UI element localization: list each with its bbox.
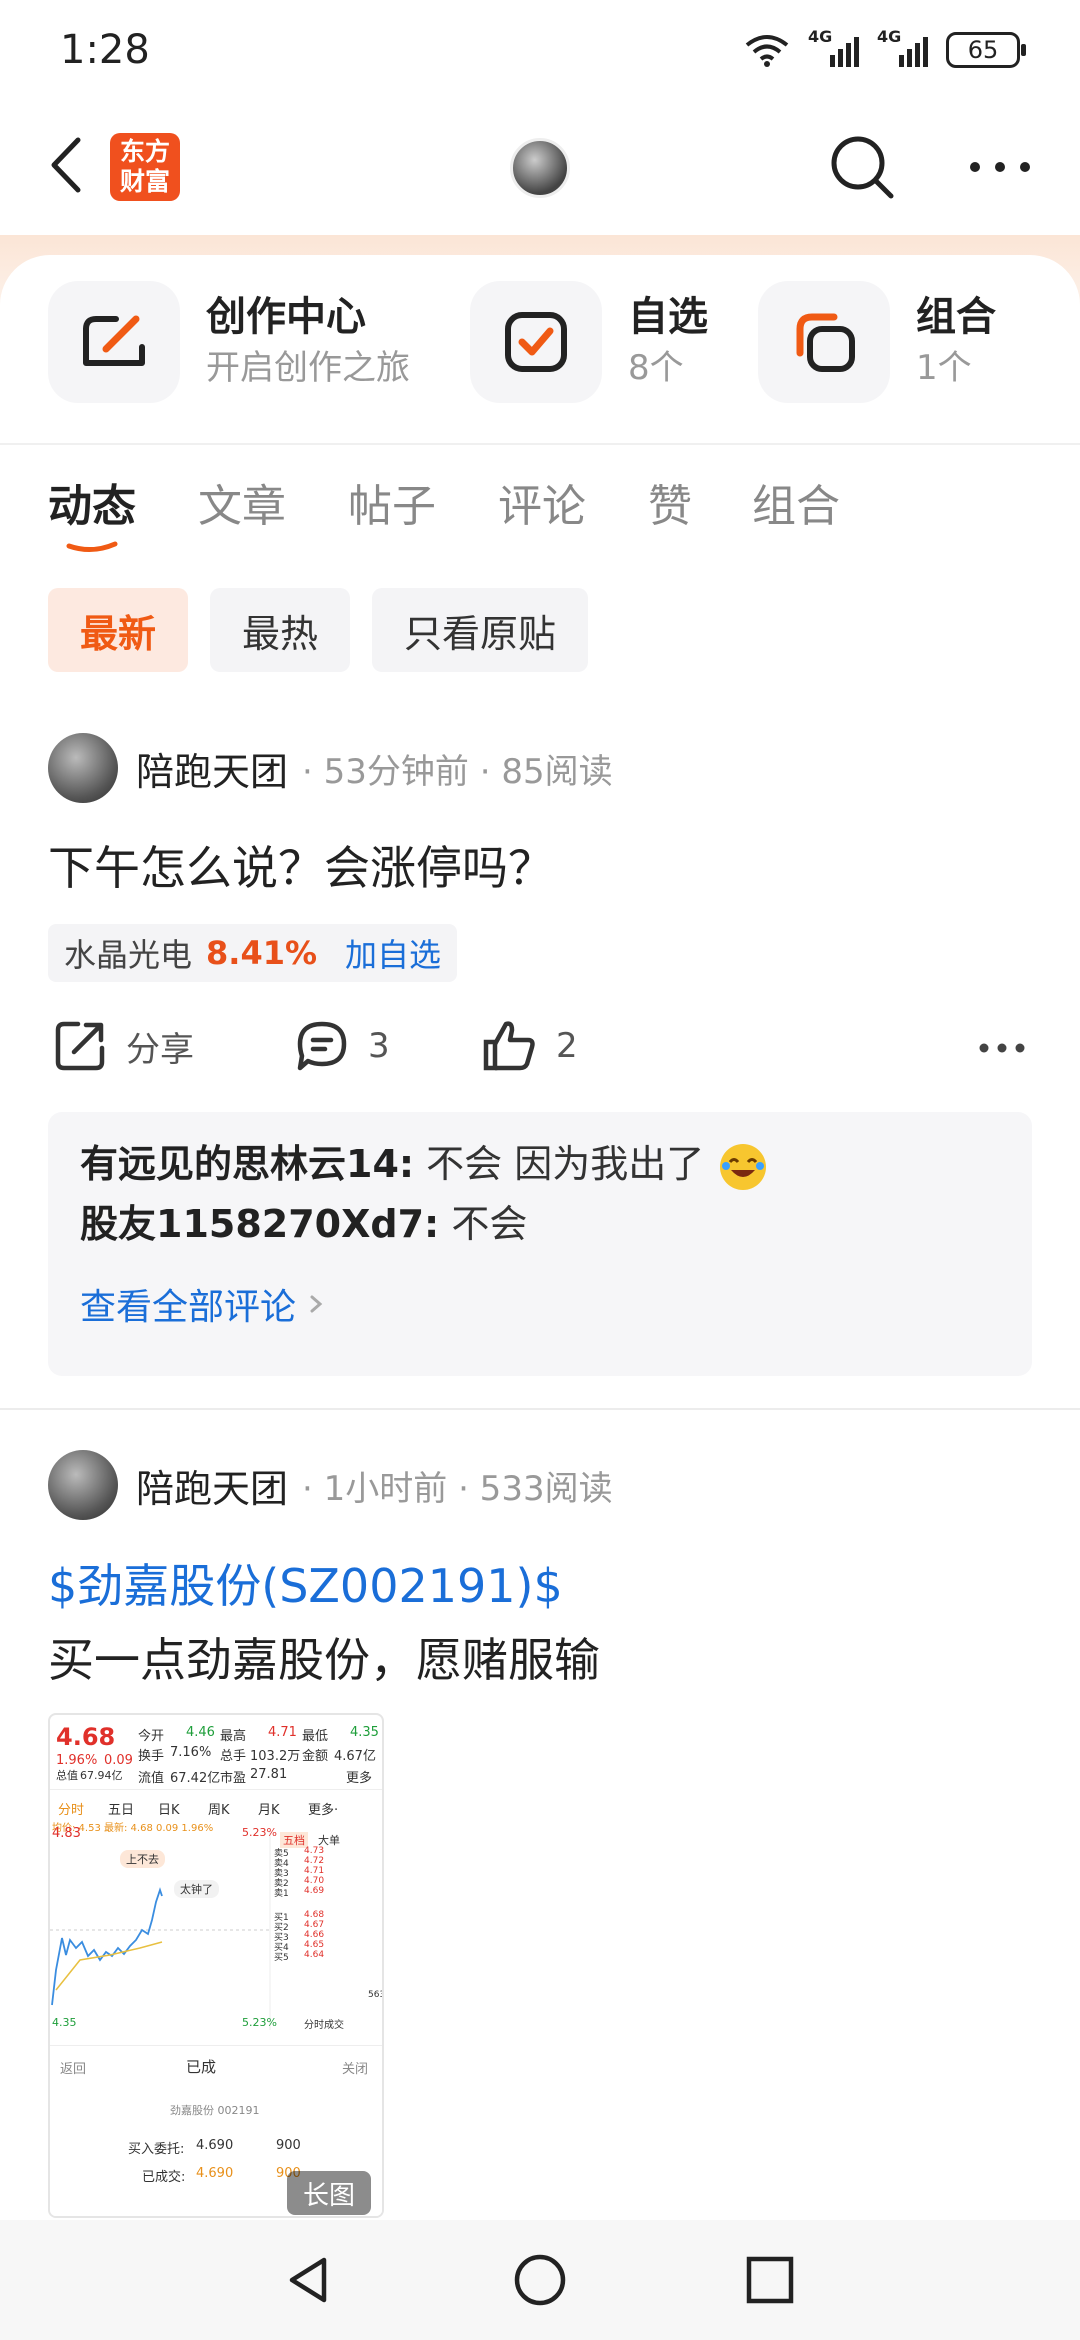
app-logo: 东方 财富 <box>110 133 180 201</box>
content-tabs: 动态 文章 帖子 评论 赞 组合 <box>0 470 1080 560</box>
comment-item[interactable]: 有远见的思林云14: 不会 因为我出了 <box>80 1136 1000 1192</box>
order-book-price: 4.67 <box>304 1920 325 1930</box>
tab-posts[interactable]: 帖子 <box>348 470 436 534</box>
order-book-price: 4.68 <box>304 1910 325 1920</box>
order-book-price: 4.64 <box>304 1950 325 1960</box>
order-book-price: 4.72 <box>304 1856 325 1866</box>
view-all-comments-link[interactable]: 查看全部评论 <box>80 1278 1000 1330</box>
comment-icon <box>297 1021 347 1071</box>
status-time: 1:28 <box>60 27 150 73</box>
avatar[interactable] <box>48 1450 118 1520</box>
stock-name: 水晶光电 <box>64 936 193 974</box>
back-triangle-icon[interactable] <box>280 2250 340 2310</box>
tab-underline <box>66 541 118 552</box>
order-book-price: 4.71 <box>304 1866 325 1876</box>
back-arrow-icon[interactable] <box>40 130 100 200</box>
author-name[interactable]: 陪跑天团 <box>136 741 288 796</box>
signal-icon-2: 4G <box>877 27 928 67</box>
portfolio-icon <box>796 313 855 372</box>
wifi-icon <box>745 35 789 67</box>
divider <box>0 443 1080 445</box>
status-bar: 1:28 4G 4G 65 <box>0 0 1080 100</box>
stock-tag[interactable]: 水晶光电 8.41% 加自选 <box>48 924 458 982</box>
tab-articles[interactable]: 文章 <box>198 470 286 534</box>
order-book-price: 4.70 <box>304 1876 325 1886</box>
post-text[interactable]: 下午怎么说？会涨停吗？ <box>48 832 554 898</box>
order-book-price: 4.73 <box>304 1846 325 1856</box>
order-book-price: 4.66 <box>304 1930 325 1940</box>
tab-dynamics[interactable]: 动态 <box>48 470 136 534</box>
status-icons: 4G 4G 65 <box>744 27 1026 68</box>
author-name[interactable]: 陪跑天团 <box>136 1458 288 1513</box>
quick-cards: 创作中心 开启创作之旅 自选 8个 组合 1个 <box>0 255 1080 445</box>
more-options-icon[interactable] <box>978 1040 1026 1056</box>
order-book-label: 买5 <box>274 1953 289 1963</box>
post-text[interactable]: 买一点劲嘉股份，愿赌服输 <box>48 1624 600 1690</box>
filter-original[interactable]: 只看原贴 <box>372 588 589 672</box>
order-book-price: 4.69 <box>304 1886 325 1896</box>
search-icon[interactable] <box>825 130 900 205</box>
tab-comments[interactable]: 评论 <box>498 470 586 534</box>
filter-chips: 最新 最热 只看原贴 <box>48 588 589 672</box>
more-icon[interactable] <box>965 155 1035 179</box>
share-icon <box>55 1021 105 1071</box>
post-actions: 分享 3 2 <box>0 1018 1080 1088</box>
edit-icon <box>83 315 145 366</box>
intraday-chart: 4.83 5.23% 4.35 5.23% 上不去 太钟了 五档 大单 卖5 4.… <box>50 1826 384 2031</box>
stock-change: 8.41% <box>206 934 318 972</box>
order-book-label: 卖1 <box>274 1889 289 1899</box>
chevron-right-icon <box>310 1295 323 1313</box>
system-nav-bar <box>0 2220 1080 2340</box>
laughing-emoji-icon <box>720 1143 767 1190</box>
share-button[interactable]: 分享 <box>52 1018 194 1074</box>
filter-latest[interactable]: 最新 <box>48 588 189 672</box>
portfolio-card[interactable]: 组合 1个 <box>758 281 996 403</box>
signal-icon-1: 4G <box>808 27 859 67</box>
stock-link[interactable]: $劲嘉股份(SZ002191)$ <box>48 1550 563 1616</box>
tab-portfolio[interactable]: 组合 <box>752 470 840 534</box>
comment-preview: 有远见的思林云14: 不会 因为我出了 股友1158270Xd7: 不会 查看全… <box>48 1112 1032 1376</box>
recents-square-icon[interactable] <box>740 2250 800 2310</box>
comment-item[interactable]: 股友1158270Xd7: 不会 <box>80 1196 1000 1252</box>
avatar[interactable] <box>510 138 570 198</box>
post-header: 陪跑天团 · 1小时前 · 533阅读 <box>48 1450 613 1520</box>
comment-button[interactable]: 3 <box>294 1018 390 1074</box>
top-nav: 东方 财富 <box>0 100 1080 235</box>
thumbs-up-icon <box>483 1021 535 1071</box>
creation-center-card[interactable]: 创作中心 开启创作之旅 <box>48 281 410 403</box>
avatar[interactable] <box>48 733 118 803</box>
home-circle-icon[interactable] <box>510 2250 570 2310</box>
long-image-badge: 长图 <box>287 2171 371 2215</box>
watchlist-card[interactable]: 自选 8个 <box>470 281 708 403</box>
post-header: 陪跑天团 · 53分钟前 · 85阅读 <box>48 733 613 803</box>
post-meta: · 1小时前 · 533阅读 <box>302 1468 613 1509</box>
tab-likes[interactable]: 赞 <box>648 470 692 534</box>
add-watchlist-button[interactable]: 加自选 <box>345 930 441 976</box>
like-button[interactable]: 2 <box>482 1018 578 1074</box>
thumb-price: 4.68 <box>56 1723 116 1751</box>
battery-icon: 65 <box>946 32 1026 68</box>
order-book-price: 4.65 <box>304 1940 325 1950</box>
post-image[interactable]: 4.68 1.96% 0.09 今开 4.46 最高 4.71 最低 4.35 … <box>48 1713 384 2218</box>
checkbox-icon <box>505 312 567 372</box>
divider <box>0 1408 1080 1410</box>
filter-hot[interactable]: 最热 <box>210 588 351 672</box>
post-meta: · 53分钟前 · 85阅读 <box>302 751 613 792</box>
